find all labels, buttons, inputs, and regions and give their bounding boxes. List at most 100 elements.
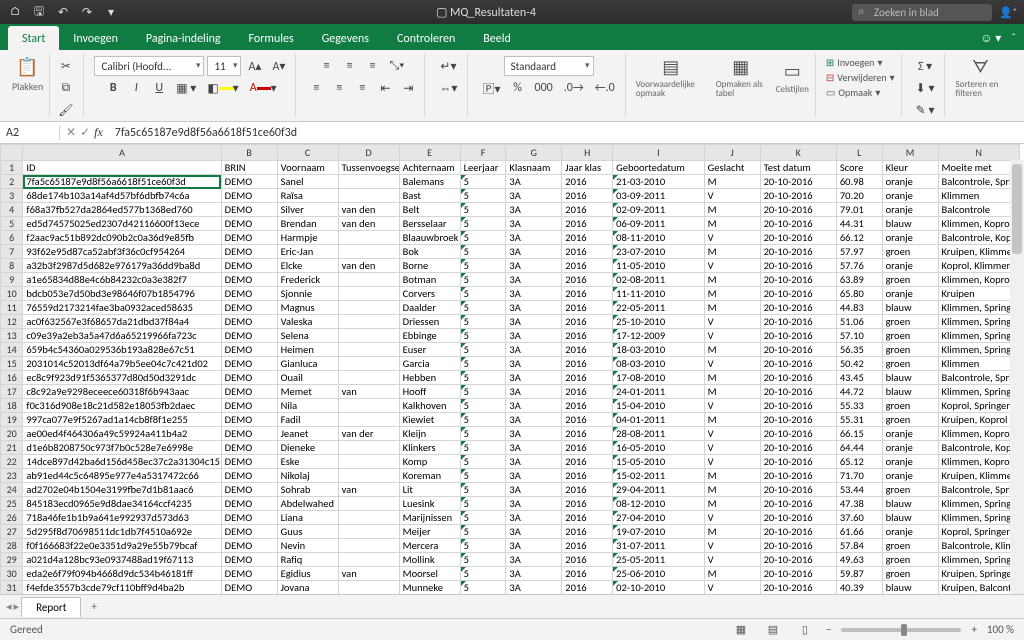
cell[interactable]: 3A bbox=[506, 315, 562, 329]
cell[interactable]: 5 bbox=[460, 413, 506, 427]
cell[interactable]: ac0f632567e3f68657da21dbd37f84a4 bbox=[23, 315, 221, 329]
cell[interactable]: 2016 bbox=[562, 273, 613, 287]
cell[interactable]: 2016 bbox=[562, 231, 613, 245]
cell[interactable]: 20-10-2016 bbox=[760, 483, 836, 497]
cell[interactable]: 65.12 bbox=[836, 455, 882, 469]
cell[interactable]: 5 bbox=[460, 231, 506, 245]
col-header-J[interactable]: J bbox=[704, 145, 760, 161]
cell[interactable]: DEMO bbox=[221, 539, 277, 553]
cell[interactable]: c8c92a9e9298eceece60318f6b943aac bbox=[23, 385, 221, 399]
cell[interactable]: 3A bbox=[506, 399, 562, 413]
cell[interactable]: 20-10-2016 bbox=[760, 497, 836, 511]
cell[interactable]: DEMO bbox=[221, 441, 277, 455]
cell[interactable]: Jeanet bbox=[277, 427, 338, 441]
cell[interactable]: Eske bbox=[277, 455, 338, 469]
cell[interactable]: 5 bbox=[460, 371, 506, 385]
align-middle-icon[interactable]: ≡ bbox=[340, 56, 360, 76]
cell[interactable] bbox=[338, 273, 399, 287]
cell[interactable]: Nevin bbox=[277, 539, 338, 553]
col-header-A[interactable]: A bbox=[23, 145, 221, 161]
row-header[interactable]: 11 bbox=[1, 301, 23, 315]
cell[interactable]: 5 bbox=[460, 581, 506, 595]
cell[interactable]: groen bbox=[882, 343, 938, 357]
cell[interactable]: groen bbox=[882, 567, 938, 581]
cell[interactable]: 20-10-2016 bbox=[760, 455, 836, 469]
cell[interactable]: Ebbinge bbox=[399, 329, 460, 343]
cell[interactable]: 5 bbox=[460, 539, 506, 553]
cell[interactable]: Klimmen bbox=[938, 357, 1019, 371]
cell[interactable]: Hebben bbox=[399, 371, 460, 385]
sheet-nav-first-icon[interactable]: ◂ bbox=[6, 600, 12, 613]
cell[interactable]: groen bbox=[882, 357, 938, 371]
fill-icon[interactable]: ⬇ ▾ bbox=[912, 78, 939, 98]
cell[interactable]: 2016 bbox=[562, 455, 613, 469]
cell[interactable]: DEMO bbox=[221, 245, 277, 259]
percent-icon[interactable]: % bbox=[507, 78, 527, 98]
cell[interactable] bbox=[338, 441, 399, 455]
cell[interactable]: blauw bbox=[882, 371, 938, 385]
cell[interactable]: 18-03-2010 bbox=[613, 343, 705, 357]
cell[interactable]: 5 bbox=[460, 189, 506, 203]
row-header[interactable]: 25 bbox=[1, 497, 23, 511]
zoom-in-button[interactable]: + bbox=[971, 623, 976, 636]
cell[interactable]: 5 bbox=[460, 525, 506, 539]
cell[interactable]: DEMO bbox=[221, 385, 277, 399]
cell[interactable]: 56.35 bbox=[836, 343, 882, 357]
vertical-scrollbar[interactable] bbox=[1010, 160, 1024, 594]
cell[interactable]: 2016 bbox=[562, 217, 613, 231]
cell[interactable]: 20-10-2016 bbox=[760, 385, 836, 399]
cell[interactable]: 55.33 bbox=[836, 399, 882, 413]
cell[interactable]: 5d295f8d70698511dc1db7f4510a692e bbox=[23, 525, 221, 539]
cell[interactable]: 3A bbox=[506, 455, 562, 469]
cell[interactable]: 02-08-2011 bbox=[613, 273, 705, 287]
cell[interactable]: Blaauwbroek bbox=[399, 231, 460, 245]
cell[interactable]: 04-01-2011 bbox=[613, 413, 705, 427]
cell[interactable]: 3A bbox=[506, 581, 562, 595]
cell[interactable]: groen bbox=[882, 539, 938, 553]
row-header[interactable]: 7 bbox=[1, 245, 23, 259]
cell[interactable]: Sohrab bbox=[277, 483, 338, 497]
cell[interactable]: 3A bbox=[506, 273, 562, 287]
cell[interactable]: V bbox=[704, 259, 760, 273]
cell[interactable]: 5 bbox=[460, 273, 506, 287]
row-header[interactable]: 6 bbox=[1, 231, 23, 245]
cell[interactable]: Klinkers bbox=[399, 441, 460, 455]
cell[interactable]: 3A bbox=[506, 245, 562, 259]
cell[interactable]: Bersselaar bbox=[399, 217, 460, 231]
cell[interactable] bbox=[338, 497, 399, 511]
cell[interactable]: oranje bbox=[882, 525, 938, 539]
cell[interactable]: 20-10-2016 bbox=[760, 231, 836, 245]
cell[interactable]: 53.44 bbox=[836, 483, 882, 497]
cell[interactable]: 5 bbox=[460, 329, 506, 343]
cell[interactable]: groen bbox=[882, 329, 938, 343]
cell[interactable]: f0c316d908e18c21d582e18053fb2daec bbox=[23, 399, 221, 413]
cell[interactable]: 17-08-2010 bbox=[613, 371, 705, 385]
cell[interactable]: Selena bbox=[277, 329, 338, 343]
cell[interactable]: Achternaam bbox=[399, 161, 460, 175]
cell[interactable]: DEMO bbox=[221, 525, 277, 539]
cell[interactable]: Luesink bbox=[399, 497, 460, 511]
cell[interactable]: 08-03-2010 bbox=[613, 357, 705, 371]
row-header[interactable]: 30 bbox=[1, 567, 23, 581]
cell[interactable]: 08-11-2010 bbox=[613, 231, 705, 245]
cell[interactable] bbox=[338, 539, 399, 553]
cell[interactable]: 55.31 bbox=[836, 413, 882, 427]
cell[interactable]: 2016 bbox=[562, 511, 613, 525]
cell[interactable]: 3A bbox=[506, 343, 562, 357]
cell[interactable]: van den bbox=[338, 217, 399, 231]
cell[interactable]: 3A bbox=[506, 539, 562, 553]
cell[interactable]: 44.31 bbox=[836, 217, 882, 231]
cell[interactable]: bdcb053e7d50bd3e98646f07b1854796 bbox=[23, 287, 221, 301]
fx-icon[interactable]: fx bbox=[94, 125, 103, 140]
cell[interactable]: 11-11-2010 bbox=[613, 287, 705, 301]
increase-font-icon[interactable]: A▴ bbox=[244, 56, 265, 76]
row-header[interactable]: 9 bbox=[1, 273, 23, 287]
row-header[interactable]: 8 bbox=[1, 259, 23, 273]
cell[interactable]: DEMO bbox=[221, 217, 277, 231]
cell[interactable]: Klimmen, Springen bbox=[938, 315, 1019, 329]
cut-icon[interactable]: ✂ bbox=[54, 56, 77, 76]
cell[interactable]: DEMO bbox=[221, 357, 277, 371]
cell[interactable] bbox=[338, 511, 399, 525]
cell[interactable]: Fadil bbox=[277, 413, 338, 427]
cell[interactable]: 2016 bbox=[562, 539, 613, 553]
